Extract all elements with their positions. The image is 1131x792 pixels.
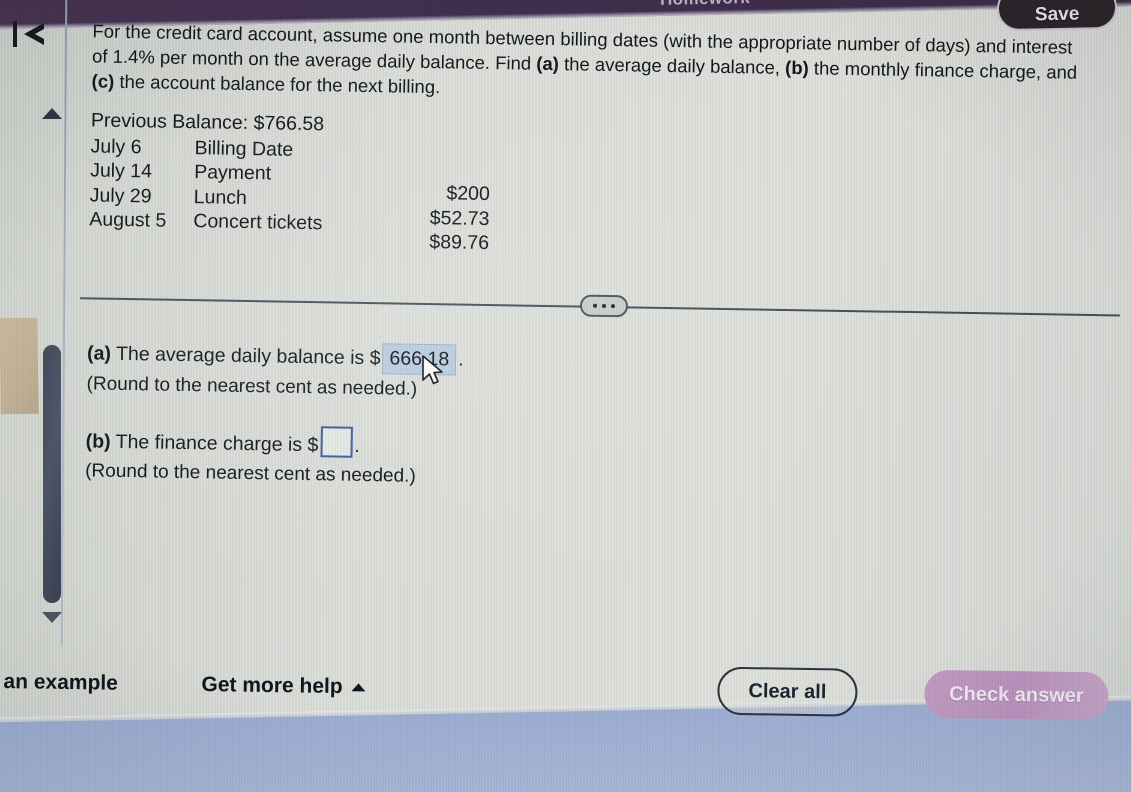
prompt-text-4: the account balance for the next billing… xyxy=(114,70,441,98)
answer-b-trailing: . xyxy=(354,434,360,457)
account-statement-table: Previous Balance: $766.58 July 6 Billing… xyxy=(89,108,490,254)
previous-balance-value: $766.58 xyxy=(253,112,325,136)
ellipsis-icon[interactable] xyxy=(579,294,629,318)
question-content: For the credit card account, assume one … xyxy=(56,0,1131,663)
table-row: August 5 Concert tickets xyxy=(89,207,363,236)
chevron-up-icon xyxy=(351,683,366,692)
dot xyxy=(610,304,616,309)
row-description: Billing Date xyxy=(194,136,294,161)
screenshot-root: Homework Save For the credit card accoun… xyxy=(0,0,1131,792)
row-description: Payment xyxy=(193,161,272,185)
answer-a-text: The average daily balance is $ xyxy=(110,342,381,370)
row-date: August 5 xyxy=(89,208,167,232)
question-prompt: For the credit card account, assume one … xyxy=(91,18,1082,109)
view-an-example-link[interactable]: an example xyxy=(3,670,118,696)
row-date: July 14 xyxy=(89,159,153,183)
clear-all-button[interactable]: Clear all xyxy=(717,666,858,717)
answer-b-label: (b) xyxy=(85,430,111,453)
answer-part-b: (b) The finance charge is $. (Round to t… xyxy=(85,422,462,491)
row-date: July 6 xyxy=(90,134,142,158)
previous-balance-label: Previous Balance: xyxy=(90,109,249,135)
previous-balance-row: Previous Balance: $766.58 xyxy=(91,108,365,137)
average-daily-balance-input[interactable]: 666.18 xyxy=(382,343,457,376)
answer-a-trailing: . xyxy=(457,348,464,371)
row-amount: $52.73 xyxy=(429,206,490,230)
row-date: July 29 xyxy=(89,183,152,207)
row-description: Lunch xyxy=(193,185,248,209)
dot xyxy=(592,303,598,308)
prompt-label-c: (c) xyxy=(91,70,115,92)
get-more-help-label: Get more help xyxy=(201,672,343,699)
statement-rows: July 6 Billing Date July 14 Payment July… xyxy=(89,134,365,237)
prompt-text-2: the average daily balance, xyxy=(558,53,786,78)
dot xyxy=(601,303,607,308)
finance-charge-input[interactable] xyxy=(320,426,353,458)
answer-area: (a) The average daily balance is $666.18… xyxy=(85,338,464,515)
answer-a-label: (a) xyxy=(86,342,112,365)
get-more-help-button[interactable]: Get more help xyxy=(201,673,366,699)
row-amount: $89.76 xyxy=(429,231,490,255)
answer-b-note: (Round to the nearest cent as needed.) xyxy=(85,460,416,487)
statement-amounts-column: $200 $52.73 $89.76 xyxy=(389,180,490,255)
answer-part-a: (a) The average daily balance is $666.18… xyxy=(86,338,463,404)
prompt-label-a: (a) xyxy=(536,52,560,75)
row-description: Concert tickets xyxy=(193,210,323,235)
prompt-text-3: the monthly finance charge, and xyxy=(808,57,1078,83)
answer-a-note: (Round to the nearest cent as needed.) xyxy=(86,373,418,400)
prompt-label-b: (b) xyxy=(784,56,809,79)
scrollbar-up-arrow-icon[interactable] xyxy=(42,108,62,119)
back-to-start-icon[interactable] xyxy=(8,14,56,54)
answer-b-text: The finance charge is $ xyxy=(110,430,319,457)
section-divider xyxy=(80,286,1120,327)
check-answer-button[interactable]: Check answer xyxy=(924,669,1109,721)
row-amount: $200 xyxy=(446,182,491,206)
